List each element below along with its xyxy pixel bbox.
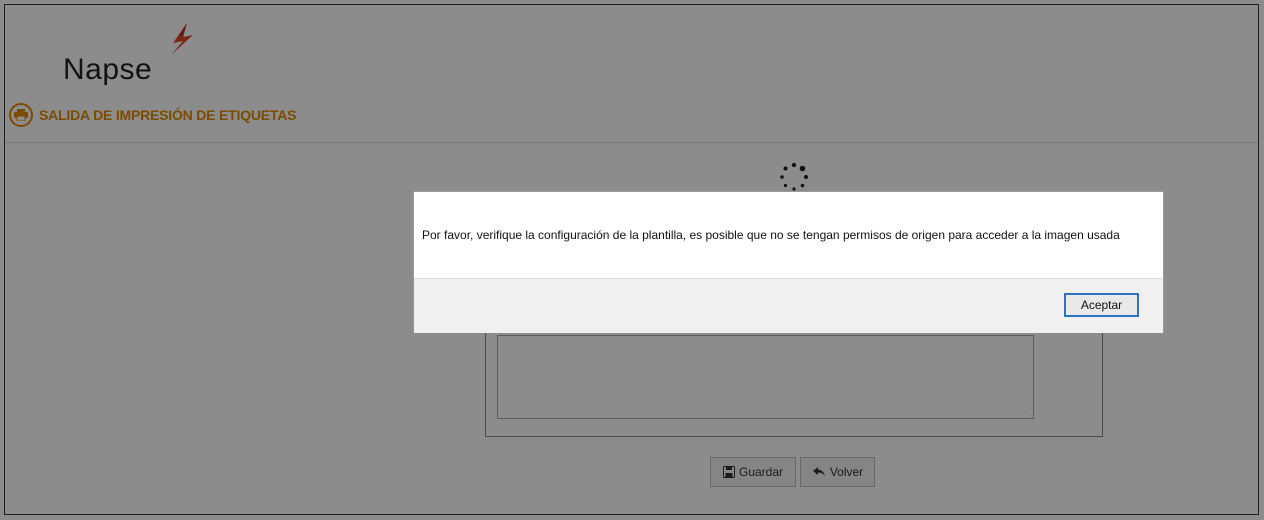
- alert-dialog: Por favor, verifique la configuración de…: [413, 191, 1164, 333]
- alert-footer: Aceptar: [414, 278, 1163, 333]
- alert-message: Por favor, verifique la configuración de…: [422, 228, 1120, 242]
- alert-message-area: Por favor, verifique la configuración de…: [414, 192, 1163, 278]
- accept-button[interactable]: Aceptar: [1064, 293, 1139, 317]
